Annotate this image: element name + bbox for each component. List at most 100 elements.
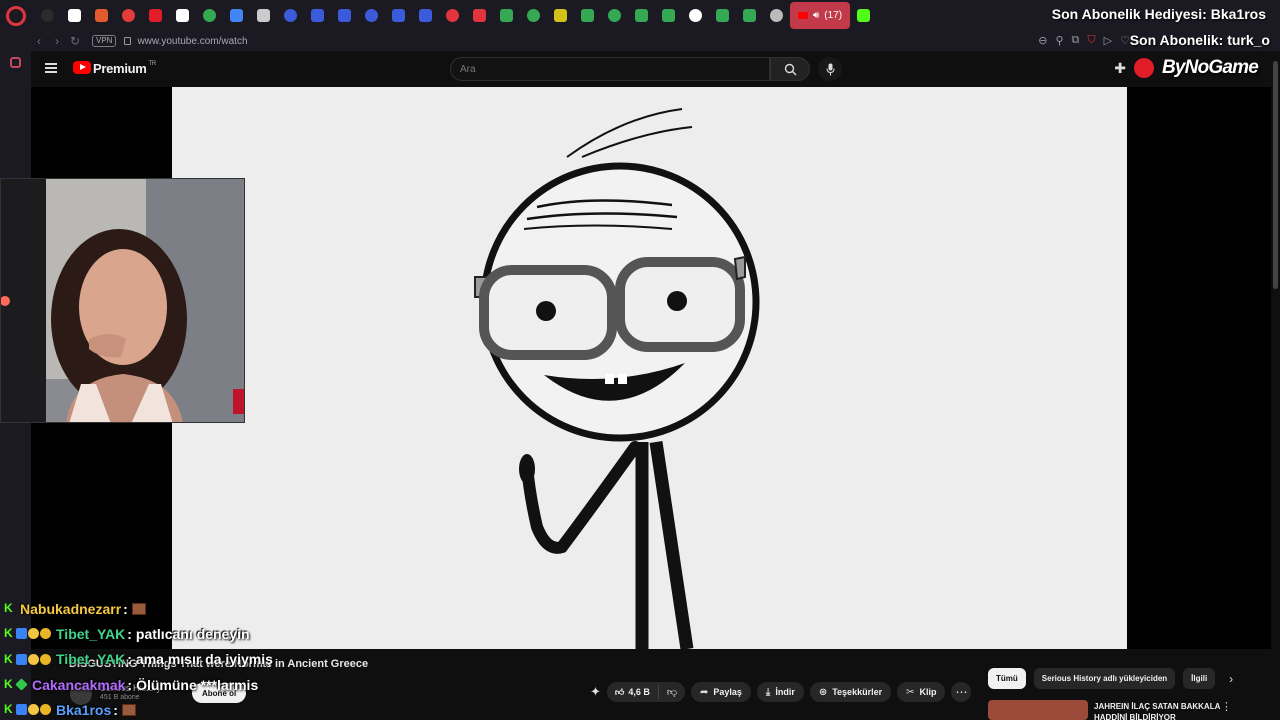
kick-badge-icon: K — [4, 677, 13, 692]
browser-tab[interactable] — [250, 2, 277, 29]
browser-tab[interactable] — [169, 2, 196, 29]
heart-icon[interactable]: ♡ — [1120, 34, 1130, 47]
browser-tab[interactable] — [223, 2, 250, 29]
chat-username[interactable]: Tibet_YAK — [56, 651, 125, 667]
kick-badge-icon: K — [4, 651, 13, 666]
recommendation-thumbnail[interactable] — [988, 700, 1088, 720]
browser-tab[interactable] — [385, 2, 412, 29]
tab-favicon-icon — [149, 9, 162, 22]
browser-tab[interactable] — [277, 2, 304, 29]
browser-tab[interactable] — [628, 2, 655, 29]
player-icon[interactable]: ▷ — [1104, 34, 1112, 47]
download-button[interactable]: ⤓ İndir — [756, 682, 804, 702]
shield-icon[interactable]: ⛉ — [1087, 34, 1095, 47]
chat-username[interactable]: Cakancakmak — [32, 677, 125, 693]
browser-tab[interactable] — [412, 2, 439, 29]
chat-username[interactable]: Nabukadnezarr — [20, 601, 121, 617]
tab-favicon-icon — [527, 9, 540, 22]
chat-badge-icon — [16, 653, 27, 665]
menu-icon[interactable] — [45, 63, 57, 73]
chip-from-uploader[interactable]: Serious History adlı yükleyiciden — [1033, 668, 1176, 689]
pin-icon[interactable]: ⚲ — [1055, 34, 1063, 47]
browser-tab[interactable] — [61, 2, 88, 29]
chat-message: K Tibet_YAK: patlıcanı deneyin — [0, 621, 420, 646]
lock-icon — [124, 37, 132, 45]
chevron-right-icon[interactable]: › — [1229, 672, 1233, 686]
scrollbar-thumb[interactable] — [1273, 61, 1278, 289]
overlay-last-gift: Son Abonelik Hediyesi: Bka1ros — [1051, 6, 1266, 22]
download-icon: ⤓ — [765, 686, 771, 698]
search-input[interactable] — [451, 58, 769, 80]
voice-search-button[interactable] — [818, 57, 842, 81]
chat-separator: : — [127, 676, 133, 693]
video-frame[interactable] — [172, 87, 1127, 649]
browser-tab[interactable] — [655, 2, 682, 29]
tab-favicon-icon — [716, 9, 729, 22]
tab-favicon-icon — [122, 9, 135, 22]
search-button[interactable] — [770, 57, 810, 81]
chat-text: Ölümüne ***larmis — [136, 676, 259, 693]
browser-tab[interactable] — [850, 2, 877, 29]
browser-tab[interactable] — [196, 2, 223, 29]
chat-separator: : — [123, 600, 128, 617]
browser-tab[interactable] — [574, 2, 601, 29]
youtube-brand[interactable]: Premium TR — [93, 61, 156, 76]
browser-tab[interactable] — [358, 2, 385, 29]
thanks-button[interactable]: ⊛ Teşekkürler — [809, 682, 892, 702]
tab-favicon-icon — [203, 9, 216, 22]
browser-tab[interactable] — [736, 2, 763, 29]
tab-favicon-icon — [338, 9, 351, 22]
chat-username[interactable]: Tibet_YAK — [56, 626, 125, 642]
chat-emote-icon — [131, 602, 146, 615]
snapshot-icon[interactable]: ⧉ — [1072, 34, 1080, 47]
url-text[interactable]: www.youtube.com/watch — [137, 36, 247, 47]
search-box — [450, 57, 770, 81]
chat-badge-icon — [16, 704, 27, 716]
browser-tab-active[interactable]: 🔊︎ (17) — [790, 2, 850, 29]
create-icon[interactable]: ✚ — [1114, 60, 1126, 77]
browser-tab[interactable] — [115, 2, 142, 29]
browser-tab[interactable] — [88, 2, 115, 29]
browser-tab[interactable] — [682, 2, 709, 29]
page-scrollbar[interactable] — [1271, 51, 1280, 720]
share-button[interactable]: ➦ Paylaş — [690, 682, 751, 702]
address-bar: ‹ › ↻ VPN www.youtube.com/watch ⊖ ⚲ ⧉ ⛉ … — [0, 31, 1280, 51]
forward-icon[interactable]: › — [48, 34, 66, 48]
download-label: İndir — [775, 687, 795, 697]
sparkle-icon[interactable]: ✦ — [590, 684, 601, 700]
speaker-icon: 🔊︎ — [812, 10, 820, 21]
clip-button[interactable]: ✂ Klip — [897, 682, 946, 702]
tab-favicon-icon — [95, 9, 108, 22]
browser-tab[interactable] — [331, 2, 358, 29]
opera-logo-icon[interactable] — [6, 5, 26, 26]
like-button[interactable]: 👍︎ 4,6 B — [607, 685, 659, 699]
browser-tab[interactable] — [439, 2, 466, 29]
webcam-overlay — [0, 178, 245, 423]
recommendation-menu-icon[interactable]: ⋮ — [1221, 700, 1232, 713]
chip-related[interactable]: İlgili — [1183, 668, 1216, 689]
chat-username[interactable]: Bka1ros — [56, 702, 111, 718]
browser-tab[interactable] — [763, 2, 790, 29]
zoom-icon[interactable]: ⊖ — [1038, 34, 1047, 47]
browser-tab[interactable] — [601, 2, 628, 29]
browser-tab[interactable] — [304, 2, 331, 29]
browser-tab[interactable] — [493, 2, 520, 29]
streamer-webcam-image — [1, 179, 244, 422]
browser-tab[interactable] — [520, 2, 547, 29]
youtube-logo-icon[interactable] — [73, 61, 91, 74]
browser-tab[interactable] — [466, 2, 493, 29]
kick-badge-icon: K — [4, 601, 13, 616]
recommendation-title[interactable]: JAHREIN İLAÇ SATAN BAKKALA HADDİNİ BİLDİ… — [1094, 701, 1224, 720]
browser-tab[interactable] — [34, 2, 61, 29]
sidebar-app-icon[interactable] — [10, 57, 21, 68]
tab-favicon-icon — [473, 9, 486, 22]
reload-icon[interactable]: ↻ — [66, 34, 84, 48]
back-icon[interactable]: ‹ — [30, 34, 48, 48]
browser-tab[interactable] — [547, 2, 574, 29]
browser-tab[interactable] — [709, 2, 736, 29]
dislike-button[interactable]: 👎︎ — [659, 686, 685, 698]
chip-all[interactable]: Tümü — [988, 668, 1026, 689]
more-actions-button[interactable]: ⋯ — [951, 682, 972, 702]
browser-tab[interactable] — [142, 2, 169, 29]
vpn-badge[interactable]: VPN — [92, 35, 117, 47]
